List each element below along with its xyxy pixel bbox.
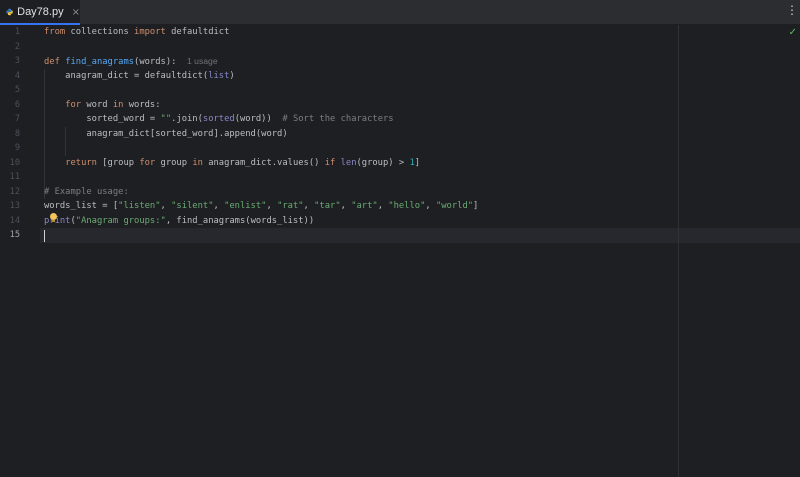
code-token: , bbox=[425, 201, 436, 211]
code-token: "Anagram groups:" bbox=[75, 215, 166, 226]
lightbulb-base bbox=[52, 220, 55, 222]
python-file-icon bbox=[6, 8, 13, 16]
code-token: "listen" bbox=[118, 201, 161, 211]
code-token: words_list = [ bbox=[44, 201, 119, 211]
code-token: "hello" bbox=[388, 201, 426, 211]
code-token: [group bbox=[96, 157, 140, 168]
code-token: in bbox=[192, 157, 203, 168]
code-token: "tar" bbox=[314, 201, 341, 211]
line-number[interactable]: 1 bbox=[15, 25, 20, 40]
line-number[interactable]: 14 bbox=[10, 214, 20, 229]
line-number-gutter[interactable]: 1 2 3 4 5 6 7 8 9 10 11 12 13 14 15 bbox=[0, 25, 40, 477]
code-line[interactable]: words_list = ["listen", "silent", "enlis… bbox=[44, 199, 478, 214]
close-tab-icon[interactable]: × bbox=[72, 7, 80, 18]
code-token: "art" bbox=[351, 201, 378, 211]
line-number[interactable]: 13 bbox=[10, 199, 20, 214]
line-number[interactable]: 4 bbox=[15, 69, 20, 84]
code-line[interactable]: # Example usage: bbox=[44, 185, 129, 200]
line-number[interactable]: 9 bbox=[15, 141, 20, 156]
code-token: anagram_dict.values() bbox=[202, 157, 325, 168]
editor-tab-bar: Day78.py × ⋮ bbox=[0, 0, 800, 25]
line-number[interactable]: 11 bbox=[10, 170, 20, 185]
tab-label: Day78.py bbox=[17, 6, 64, 18]
code-token: anagram_dict = defaultdict( bbox=[44, 70, 209, 81]
code-token: from bbox=[44, 27, 66, 37]
code-token: print bbox=[44, 215, 71, 226]
code-token: # Example usage: bbox=[44, 186, 129, 197]
code-token: "" bbox=[160, 114, 172, 124]
code-line[interactable]: print("Anagram groups:", find_anagrams(w… bbox=[44, 214, 314, 229]
code-token: sorted_word = bbox=[44, 114, 161, 124]
text-caret bbox=[44, 229, 45, 242]
code-token: , bbox=[377, 201, 389, 211]
code-token: for bbox=[65, 99, 82, 110]
code-line[interactable]: def find_anagrams(words): 1 usage bbox=[44, 54, 218, 69]
code-token: defaultdict bbox=[165, 27, 230, 37]
code-line[interactable]: from collections import defaultdict bbox=[44, 25, 229, 40]
line-number[interactable]: 7 bbox=[15, 112, 20, 127]
line-number[interactable]: 5 bbox=[15, 83, 20, 98]
line-number[interactable]: 10 bbox=[10, 156, 20, 171]
code-token: (group) > bbox=[356, 157, 410, 168]
line-number[interactable]: 8 bbox=[15, 127, 20, 142]
usage-hint[interactable]: 1 usage bbox=[187, 56, 218, 66]
code-token: words: bbox=[123, 99, 161, 110]
line-number[interactable]: 3 bbox=[15, 54, 20, 69]
code-token: ) bbox=[229, 70, 235, 81]
code-token: import bbox=[134, 27, 166, 37]
code-token: find_anagrams bbox=[65, 57, 135, 67]
line-number[interactable]: 6 bbox=[15, 98, 20, 113]
code-token: collections bbox=[65, 27, 135, 37]
code-token: # Sort the characters bbox=[282, 114, 394, 124]
code-token: "silent" bbox=[171, 201, 214, 211]
more-options-icon[interactable]: ⋮ bbox=[786, 3, 798, 17]
code-line[interactable]: for word in words: bbox=[44, 98, 161, 113]
ide-window: Day78.py × ⋮ 1 2 3 4 5 6 7 8 9 10 11 12 13 14 15 from … bbox=[0, 0, 800, 477]
code-token: def bbox=[44, 57, 60, 67]
code-line[interactable]: sorted_word = "".join(sorted(word)) # So… bbox=[44, 112, 394, 127]
code-token: .join( bbox=[171, 114, 203, 124]
code-token: in bbox=[112, 99, 124, 110]
code-token: anagram_dict[sorted_word].append(word) bbox=[44, 128, 288, 139]
code-line[interactable]: return [group for group in anagram_dict.… bbox=[44, 156, 420, 171]
code-token: group bbox=[155, 157, 193, 168]
code-line[interactable]: anagram_dict = defaultdict(list) bbox=[44, 69, 235, 84]
code-token: return bbox=[65, 157, 97, 168]
code-token: , bbox=[266, 201, 278, 211]
code-token: ] bbox=[473, 201, 479, 211]
code-token: "rat" bbox=[277, 201, 304, 211]
code-token: (words): bbox=[134, 57, 188, 67]
code-token: "world" bbox=[435, 201, 474, 211]
line-number[interactable]: 15 bbox=[10, 228, 20, 243]
code-editor[interactable]: 1 2 3 4 5 6 7 8 9 10 11 12 13 14 15 from collections i… bbox=[0, 25, 800, 477]
code-token: ] bbox=[414, 157, 421, 168]
code-token: len bbox=[340, 157, 357, 168]
code-token: for bbox=[139, 157, 156, 168]
code-token: list bbox=[208, 70, 230, 81]
code-token: "enlist" bbox=[224, 201, 267, 211]
code-token: sorted bbox=[202, 114, 235, 124]
code-token: , bbox=[340, 201, 352, 211]
inspection-ok-icon[interactable]: ✓ bbox=[789, 28, 797, 38]
code-token: , bbox=[160, 201, 172, 211]
code-token: , find_anagrams(words_list)) bbox=[165, 215, 315, 226]
code-token: if bbox=[324, 157, 336, 168]
line-number[interactable]: 2 bbox=[15, 40, 20, 55]
code-token: , bbox=[303, 201, 315, 211]
tab-day78[interactable]: Day78.py × bbox=[0, 0, 80, 25]
code-token: , bbox=[213, 201, 225, 211]
code-line[interactable]: anagram_dict[sorted_word].append(word) bbox=[44, 127, 288, 142]
code-content[interactable]: from collections import defaultdict def f… bbox=[44, 25, 800, 477]
line-number[interactable]: 12 bbox=[10, 185, 20, 200]
code-token: (word)) bbox=[234, 114, 283, 124]
code-token: word bbox=[81, 99, 113, 110]
lightbulb-icon[interactable] bbox=[50, 213, 57, 220]
